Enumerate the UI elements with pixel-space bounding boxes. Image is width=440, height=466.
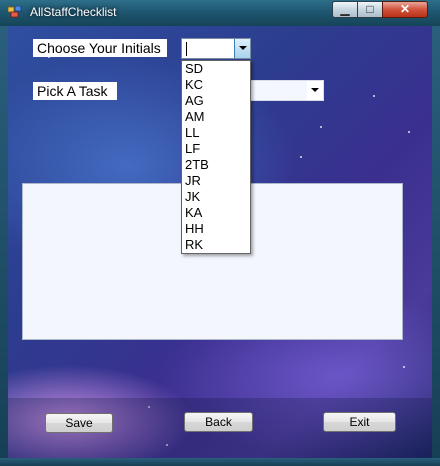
dropdown-option[interactable]: AM bbox=[182, 109, 250, 125]
star-decoration bbox=[403, 366, 405, 368]
dropdown-option[interactable]: RK bbox=[182, 237, 250, 253]
window-frame-left bbox=[0, 26, 8, 466]
text-caret bbox=[186, 42, 187, 56]
star-decoration bbox=[320, 126, 322, 128]
maximize-button[interactable]: □ bbox=[357, 1, 383, 18]
dropdown-option[interactable]: KA bbox=[182, 205, 250, 221]
exit-button[interactable]: Exit bbox=[323, 412, 396, 432]
app-icon bbox=[8, 6, 22, 18]
initials-combobox[interactable] bbox=[181, 38, 251, 59]
dropdown-option[interactable]: JK bbox=[182, 189, 250, 205]
dropdown-option[interactable]: LF bbox=[182, 141, 250, 157]
dropdown-option[interactable]: SD bbox=[182, 61, 250, 77]
task-label: Pick A Task bbox=[33, 82, 117, 100]
dropdown-option[interactable]: KC bbox=[182, 77, 250, 93]
close-button[interactable]: ✕ bbox=[382, 1, 428, 18]
initials-dropdown-list: SD KC AG AM LL LF 2TB JR JK KA HH RK bbox=[181, 60, 251, 254]
window-frame-right bbox=[432, 26, 440, 466]
dropdown-option[interactable]: LL bbox=[182, 125, 250, 141]
minimize-button[interactable]: ▁ bbox=[332, 1, 358, 18]
dropdown-option[interactable]: 2TB bbox=[182, 157, 250, 173]
dropdown-option[interactable]: JR bbox=[182, 173, 250, 189]
window-frame-bottom bbox=[0, 458, 440, 466]
window-title: AllStaffChecklist bbox=[30, 5, 117, 19]
initials-label: Choose Your Initials bbox=[33, 39, 167, 57]
title-bar[interactable]: AllStaffChecklist ▁ □ ✕ bbox=[0, 0, 440, 27]
close-icon: ✕ bbox=[399, 2, 411, 16]
star-decoration bbox=[408, 131, 410, 133]
chevron-down-icon[interactable] bbox=[234, 39, 250, 58]
save-button[interactable]: Save bbox=[45, 413, 113, 433]
dropdown-option[interactable]: AG bbox=[182, 93, 250, 109]
back-button[interactable]: Back bbox=[184, 412, 253, 432]
maximize-icon: □ bbox=[366, 2, 374, 16]
chevron-down-icon[interactable] bbox=[307, 81, 323, 100]
star-decoration bbox=[300, 156, 302, 158]
star-decoration bbox=[373, 95, 375, 97]
app-window: AllStaffChecklist ▁ □ ✕ Choose Your Init… bbox=[0, 0, 440, 466]
dropdown-option[interactable]: HH bbox=[182, 221, 250, 237]
minimize-icon: ▁ bbox=[340, 2, 350, 16]
